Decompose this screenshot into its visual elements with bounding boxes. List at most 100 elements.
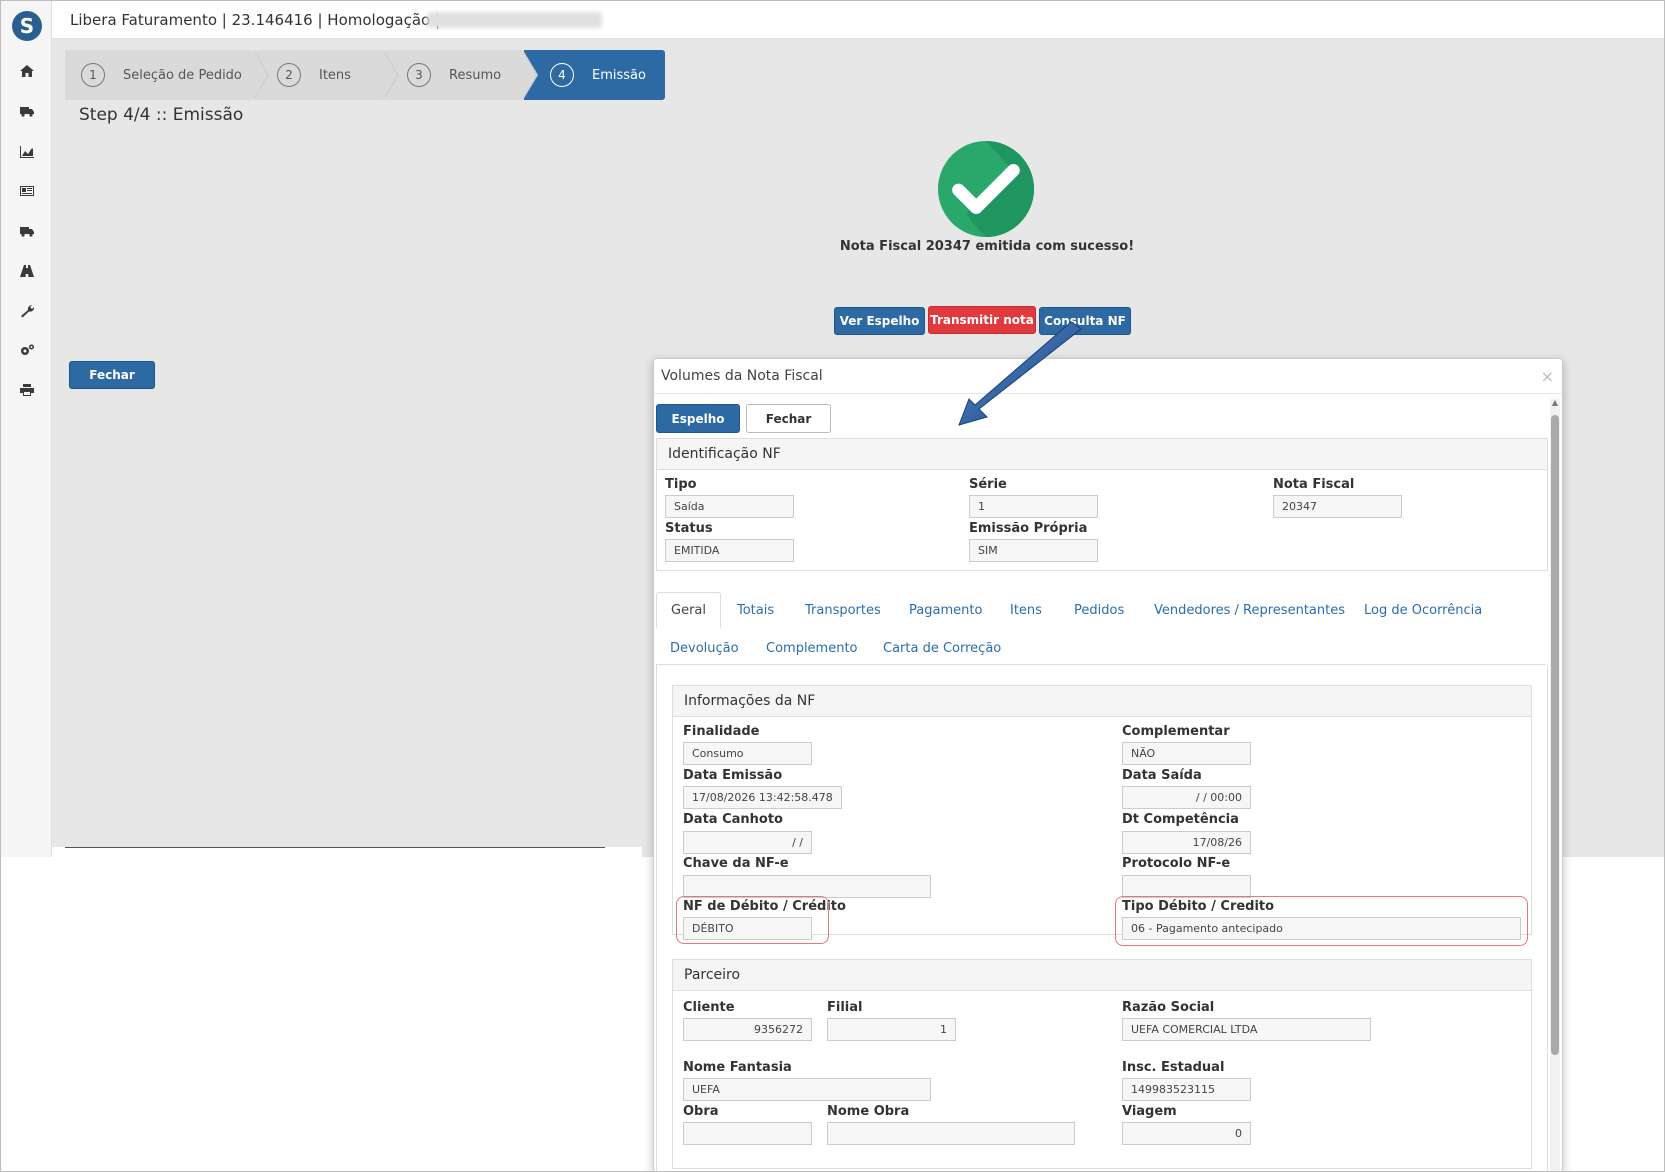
complementar-field[interactable]: NÃO (1122, 742, 1251, 765)
viagem-field[interactable]: 0 (1122, 1122, 1251, 1145)
tab-geral[interactable]: Geral (656, 592, 721, 629)
dt-competencia-field[interactable]: 17/08/26 (1122, 831, 1251, 854)
ver-espelho-button[interactable]: Ver Espelho (834, 307, 925, 335)
nome-obra-field[interactable] (827, 1122, 1075, 1145)
modal-title: Volumes da Nota Fiscal (661, 368, 823, 384)
top-bar: Libera Faturamento | 23.146416 | Homolog… (52, 1, 1664, 39)
volumes-modal: Volumes da Nota Fiscal × ▲ Espelho Fecha… (653, 358, 1563, 1171)
tab-carta-correcao[interactable]: Carta de Correção (883, 641, 1001, 656)
home-icon[interactable] (15, 61, 39, 81)
step-label: Resumo (449, 67, 502, 83)
identificacao-panel: Identificação NF Tipo Saída Série 1 Nota… (656, 438, 1548, 571)
emissao-propria-label: Emissão Própria (969, 521, 1088, 536)
data-canhoto-label: Data Canhoto (683, 812, 783, 827)
tab-content-border (1547, 665, 1548, 1171)
tab-transportes[interactable]: Transportes (805, 603, 881, 618)
serie-field[interactable]: 1 (969, 495, 1098, 518)
nome-fantasia-label: Nome Fantasia (683, 1060, 792, 1075)
tab-pedidos[interactable]: Pedidos (1074, 603, 1124, 618)
scroll-up-icon[interactable]: ▲ (1551, 398, 1559, 408)
insc-estadual-label: Insc. Estadual (1122, 1060, 1225, 1075)
step-number: 4 (550, 63, 574, 87)
sidebar: S (1, 1, 52, 857)
truck-icon[interactable] (15, 101, 39, 121)
cliente-label: Cliente (683, 1000, 735, 1015)
parceiro-panel: Parceiro Cliente 9356272 Filial 1 Razão … (672, 959, 1532, 1169)
dt-competencia-label: Dt Competência (1122, 812, 1239, 827)
tab-content-border (656, 665, 657, 1171)
panel-title: Identificação NF (657, 439, 1547, 470)
finalidade-label: Finalidade (683, 724, 760, 739)
tab-pagamento[interactable]: Pagamento (909, 603, 982, 618)
wrench-icon[interactable] (15, 301, 39, 321)
obra-field[interactable] (683, 1122, 812, 1145)
razao-social-label: Razão Social (1122, 1000, 1215, 1015)
blurred-user-info (427, 12, 602, 28)
status-field[interactable]: EMITIDA (665, 539, 794, 562)
chave-nfe-field[interactable] (683, 875, 931, 898)
modal-divider (654, 393, 1562, 394)
data-saida-label: Data Saída (1122, 768, 1202, 783)
wizard-step-3[interactable]: 3 Resumo (385, 50, 538, 100)
tipo-field[interactable]: Saída (665, 495, 794, 518)
cogs-icon[interactable] (15, 340, 39, 360)
tab-complemento[interactable]: Complemento (766, 641, 858, 656)
newspaper-icon[interactable] (15, 181, 39, 201)
close-icon[interactable]: × (1541, 367, 1554, 386)
highlight-box (1115, 896, 1528, 946)
nota-fiscal-field[interactable]: 20347 (1273, 495, 1402, 518)
data-canhoto-field[interactable]: / / (683, 831, 812, 854)
step-number: 3 (407, 63, 431, 87)
tab-totais[interactable]: Totais (737, 603, 774, 618)
scrollbar-thumb[interactable] (1551, 415, 1559, 1055)
wizard-step-1[interactable]: 1 Seleção de Pedido (65, 50, 269, 100)
complementar-label: Complementar (1122, 724, 1230, 739)
wizard-step-2[interactable]: 2 Itens (255, 50, 399, 100)
filial-field[interactable]: 1 (827, 1018, 956, 1041)
espelho-button[interactable]: Espelho (656, 404, 740, 433)
nome-fantasia-field[interactable]: UEFA (683, 1078, 931, 1101)
tab-log-ocorrencia[interactable]: Log de Ocorrência (1364, 603, 1482, 618)
app-frame: S Libera Faturamento | 23.146416 | Homol… (0, 0, 1665, 1172)
panel-title: Informações da NF (673, 686, 1531, 717)
road-icon[interactable] (15, 261, 39, 281)
cliente-field[interactable]: 9356272 (683, 1018, 812, 1041)
nota-fiscal-label: Nota Fiscal (1273, 477, 1355, 492)
step-number: 1 (81, 63, 105, 87)
protocolo-nfe-field[interactable] (1122, 875, 1251, 898)
insc-estadual-field[interactable]: 149983523115 (1122, 1078, 1251, 1101)
tabs-divider (656, 664, 1546, 665)
chart-icon[interactable] (15, 142, 39, 162)
tab-itens[interactable]: Itens (1010, 603, 1042, 618)
wizard-step-4[interactable]: 4 Emissão (524, 50, 665, 100)
panel-title: Parceiro (673, 960, 1531, 991)
step-label: Emissão (592, 67, 646, 83)
tab-vendedores[interactable]: Vendedores / Representantes (1154, 603, 1345, 618)
modal-fechar-button[interactable]: Fechar (746, 404, 831, 433)
step-label: Itens (319, 67, 351, 83)
wizard-steps: 1 Seleção de Pedido 2 Itens 3 Resumo 4 E… (65, 50, 667, 100)
obra-label: Obra (683, 1104, 719, 1119)
data-emissao-field[interactable]: 17/08/2026 13:42:58.478 (683, 786, 842, 809)
finalidade-field[interactable]: Consumo (683, 742, 812, 765)
fechar-button[interactable]: Fechar (69, 361, 155, 389)
step-title: Step 4/4 :: Emissão (79, 105, 244, 125)
data-emissao-label: Data Emissão (683, 768, 783, 783)
success-message: Nota Fiscal 20347 emitida com sucesso! (839, 239, 1135, 254)
page-bottom (52, 847, 642, 857)
step-number: 2 (277, 63, 301, 87)
truck-icon[interactable] (15, 221, 39, 241)
tipo-label: Tipo (665, 477, 697, 492)
annotation-arrow-icon (958, 321, 1082, 426)
status-label: Status (665, 521, 713, 536)
razao-social-field[interactable]: UEFA COMERCIAL LTDA (1122, 1018, 1371, 1041)
app-logo[interactable]: S (12, 11, 42, 41)
highlight-box (676, 896, 829, 944)
serie-label: Série (969, 477, 1007, 492)
data-saida-field[interactable]: / / 00:00 (1122, 786, 1251, 809)
emissao-propria-field[interactable]: SIM (969, 539, 1098, 562)
filial-label: Filial (827, 1000, 863, 1015)
tab-devolucao[interactable]: Devolução (670, 641, 739, 656)
page-title: Libera Faturamento | 23.146416 | Homolog… (70, 11, 441, 29)
print-icon[interactable] (15, 380, 39, 400)
